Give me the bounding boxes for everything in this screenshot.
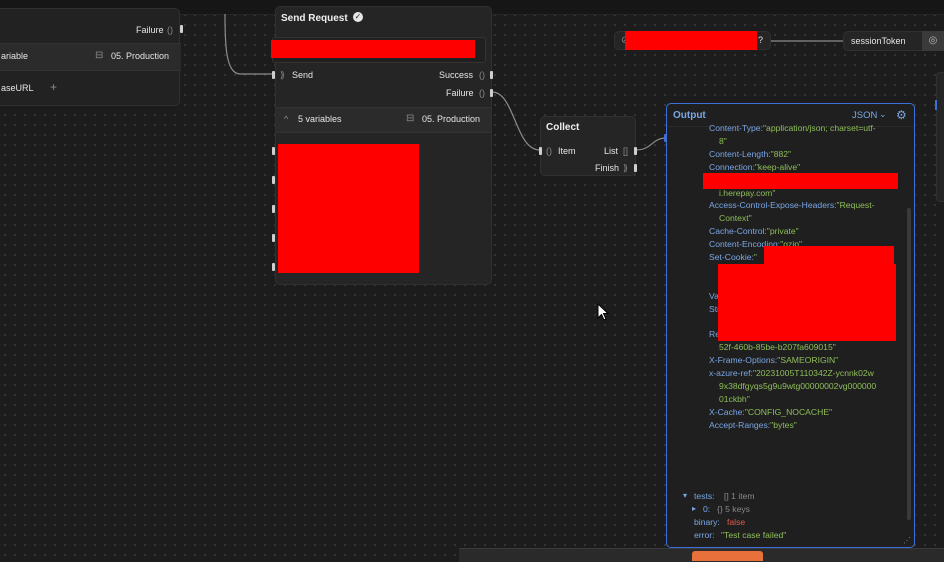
env-icon: ⊟ bbox=[95, 50, 104, 61]
json-value: "Request- bbox=[836, 200, 875, 210]
variables-count-label: 5 variables bbox=[298, 114, 342, 124]
redacted-header-line bbox=[703, 173, 898, 189]
var-handle-3[interactable] bbox=[272, 205, 275, 213]
var-handle-4[interactable] bbox=[272, 234, 275, 242]
output-input-handle[interactable] bbox=[664, 134, 667, 142]
json-value: Context" bbox=[719, 213, 752, 223]
offscreen-node-accent bbox=[935, 100, 937, 110]
failure-handle[interactable] bbox=[490, 89, 493, 97]
json-key: X-Cache: bbox=[709, 407, 745, 417]
var-handle-5[interactable] bbox=[272, 263, 275, 271]
success-port[interactable]: () bbox=[479, 70, 485, 80]
json-value: " bbox=[753, 252, 757, 262]
binary-value: false bbox=[727, 517, 746, 527]
send-label: Send bbox=[292, 70, 314, 80]
json-key: Set-Cookie: bbox=[709, 252, 754, 262]
add-icon[interactable]: + bbox=[50, 80, 57, 94]
send-signal-icon: ⟫ bbox=[280, 70, 286, 80]
verified-icon: ✓ bbox=[353, 12, 363, 22]
output-scrollbar[interactable] bbox=[907, 208, 911, 520]
json-key: Content-Type: bbox=[709, 123, 763, 133]
tests-caret-icon[interactable]: ▾ bbox=[683, 491, 687, 500]
resize-handle-icon[interactable]: ⋰ bbox=[903, 536, 911, 545]
redacted-cookie-b bbox=[718, 264, 896, 341]
collect-node[interactable]: Collect () Item List [] Finish ⟫ bbox=[539, 116, 637, 176]
json-value: 52f-460b-85be-b207fa609015" bbox=[719, 342, 836, 352]
json-value: "bytes" bbox=[770, 420, 797, 430]
var-handle-2[interactable] bbox=[272, 176, 275, 184]
json-value: 8" bbox=[719, 136, 727, 146]
item-port[interactable]: () bbox=[546, 146, 552, 156]
env-icon: ⊟ bbox=[406, 113, 415, 124]
binary-key: binary: bbox=[694, 517, 720, 527]
success-label: Success bbox=[439, 70, 474, 80]
finish-handle[interactable] bbox=[634, 164, 637, 172]
bottom-run-button[interactable] bbox=[692, 551, 763, 561]
left-variable-label: ariable bbox=[1, 51, 29, 61]
json-key: Cache-Control: bbox=[709, 226, 767, 236]
json-value: "CONFIG_NOCACHE" bbox=[744, 407, 833, 417]
chevron-up-icon[interactable]: ^ bbox=[284, 114, 288, 124]
json-key: x-azure-ref: bbox=[709, 368, 753, 378]
json-key: Content-Length: bbox=[709, 149, 771, 159]
item-input-handle[interactable] bbox=[539, 147, 542, 155]
left-failure-label: Failure bbox=[136, 25, 164, 35]
left-baseurl-label: aseURL bbox=[1, 83, 34, 93]
left-failure-handle[interactable] bbox=[180, 25, 183, 33]
item-label: Item bbox=[558, 146, 576, 156]
finish-label: Finish bbox=[595, 163, 620, 173]
chevron-down-icon[interactable]: ⌄ bbox=[879, 109, 887, 120]
failure-port[interactable]: () bbox=[479, 88, 485, 98]
tests-key: tests: bbox=[694, 491, 715, 501]
zero-key: 0: bbox=[703, 504, 711, 514]
send-request-node[interactable]: Send Request ✓ ⟫ Send Success () Failure… bbox=[271, 6, 493, 285]
json-value: "20231005T110342Z-ycnnk02w bbox=[752, 368, 874, 378]
list-label: List bbox=[604, 146, 619, 156]
help-icon[interactable]: ? bbox=[758, 35, 763, 45]
json-key: Connection: bbox=[709, 162, 755, 172]
json-value: "882" bbox=[770, 149, 792, 159]
error-key: error: bbox=[694, 530, 715, 540]
zero-caret-icon[interactable]: ▸ bbox=[692, 504, 696, 513]
left-failure-port[interactable]: () bbox=[167, 25, 173, 35]
gear-icon[interactable]: ⚙ bbox=[896, 108, 907, 122]
collect-title: Collect bbox=[546, 122, 580, 133]
json-value: "SAMEORIGIN" bbox=[777, 355, 839, 365]
session-token-label: sessionToken bbox=[851, 36, 906, 46]
mouse-cursor-icon bbox=[597, 303, 609, 321]
error-value: "Test case failed" bbox=[721, 530, 787, 540]
session-token-node[interactable]: sessionToken ◎ bbox=[843, 31, 944, 51]
json-value: "keep-alive" bbox=[754, 162, 801, 172]
send-input-handle[interactable] bbox=[272, 71, 275, 79]
success-handle[interactable] bbox=[490, 71, 493, 79]
redacted-url bbox=[271, 40, 475, 58]
format-dropdown[interactable]: JSON bbox=[852, 110, 877, 121]
zero-meta: {} 5 keys bbox=[717, 504, 750, 514]
json-key: Access-Control-Expose-Headers: bbox=[709, 200, 837, 210]
left-node[interactable]: Failure () ariable ⊟ 05. Production aseU… bbox=[0, 8, 183, 106]
tests-meta: [] 1 item bbox=[724, 491, 755, 501]
fingerprint-icon[interactable]: ◎ bbox=[922, 31, 944, 51]
output-panel[interactable]: Output JSON ⌄ ⚙ Content-Type: "applicatio… bbox=[666, 103, 915, 548]
left-env-label[interactable]: 05. Production bbox=[111, 51, 169, 61]
json-value: 9x38dfgyqs5g9u9wtg00000002vg000000 bbox=[719, 381, 877, 391]
output-title: Output bbox=[673, 110, 706, 121]
redacted-variables bbox=[278, 144, 419, 273]
json-key: Accept-Ranges: bbox=[709, 420, 771, 430]
json-value: "private" bbox=[766, 226, 799, 236]
send-env-label[interactable]: 05. Production bbox=[422, 114, 480, 124]
json-value: i.herepay.com" bbox=[719, 188, 776, 198]
offscreen-node-edge bbox=[936, 72, 944, 202]
json-value: 01ckbh" bbox=[719, 394, 750, 404]
json-key: X-Frame-Options: bbox=[709, 355, 778, 365]
list-port[interactable]: [] bbox=[623, 146, 628, 156]
var-handle-1[interactable] bbox=[272, 147, 275, 155]
finish-signal-icon: ⟫ bbox=[623, 163, 629, 173]
list-output-handle[interactable] bbox=[634, 147, 637, 155]
failure-label: Failure bbox=[446, 88, 474, 98]
redacted-top-url bbox=[625, 31, 757, 50]
send-request-title: Send Request bbox=[281, 13, 348, 24]
json-value: "application/json; charset=utf- bbox=[762, 123, 876, 133]
